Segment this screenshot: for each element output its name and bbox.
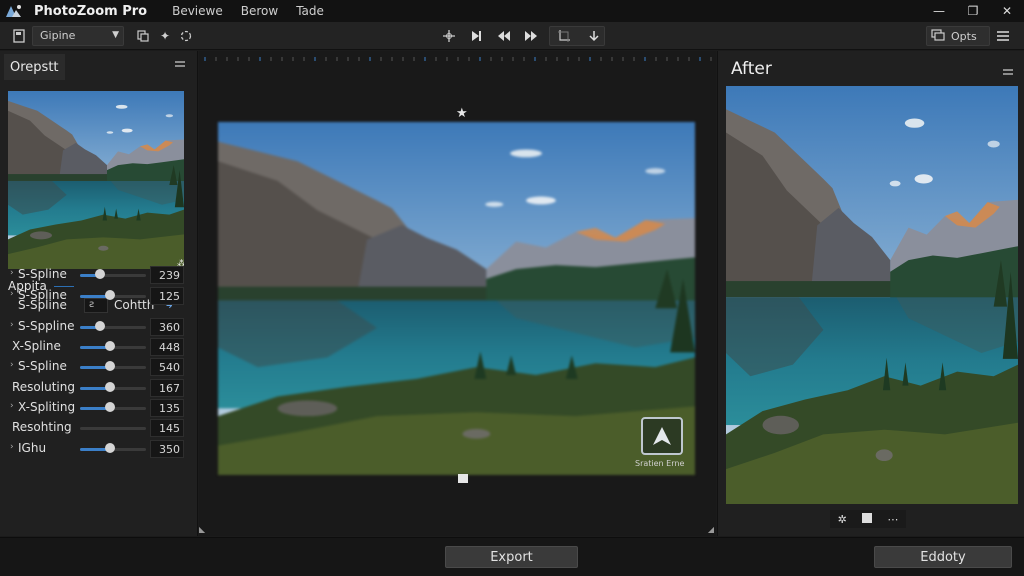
chevron-down-icon: ▼ bbox=[112, 30, 119, 40]
parameter-label: S-Spline bbox=[18, 267, 67, 281]
parameter-row: Resoluting 167 bbox=[0, 379, 198, 397]
options-button[interactable]: Opts bbox=[926, 26, 990, 46]
star-icon[interactable]: ★ bbox=[456, 106, 468, 121]
parameter-value-field[interactable]: 239 bbox=[150, 266, 184, 284]
navigator-thumbnail[interactable]: ⁂ bbox=[8, 91, 184, 269]
download-arrow-icon[interactable] bbox=[585, 27, 603, 45]
parameter-value-field[interactable]: 125 bbox=[150, 287, 184, 305]
panel-menu-icon[interactable] bbox=[174, 57, 186, 73]
slider-knob[interactable] bbox=[105, 402, 115, 412]
parameter-row: › X-Spliting 135 bbox=[0, 399, 198, 417]
menu-item-view[interactable]: Beviewe bbox=[163, 4, 232, 18]
minimize-button[interactable]: — bbox=[922, 0, 956, 22]
expand-arrow-icon[interactable]: › bbox=[10, 442, 14, 452]
app-title: PhotoZoom Pro bbox=[34, 3, 148, 19]
app-logo-icon bbox=[4, 3, 24, 19]
slider-knob[interactable] bbox=[105, 341, 115, 351]
parameter-label: X-Spline bbox=[12, 339, 61, 353]
parameter-value-field[interactable]: 167 bbox=[150, 379, 184, 397]
rotate-icon[interactable] bbox=[177, 27, 195, 45]
parameter-label: X-Spliting bbox=[18, 400, 76, 414]
preset-select-value: Gipine bbox=[40, 29, 76, 42]
settings-panel: Orepstt ⁂ Appita S-Spline ƨ Cohtth ↳ ›S-… bbox=[0, 51, 198, 536]
parameter-row: X-Spline 448 bbox=[0, 338, 198, 356]
bottom-bar: Export Eddoty bbox=[0, 537, 1024, 576]
menu-bar: Beviewe Berow Tade bbox=[163, 4, 333, 18]
expand-arrow-icon[interactable]: › bbox=[10, 320, 14, 330]
settings-gear-icon[interactable]: ✲ bbox=[838, 513, 847, 526]
slider-knob[interactable] bbox=[105, 290, 115, 300]
parameter-value-field[interactable]: 135 bbox=[150, 399, 184, 417]
parameter-label: S-Spline bbox=[18, 288, 67, 302]
export-button[interactable]: Export bbox=[445, 546, 578, 568]
menu-item-tools[interactable]: Tade bbox=[287, 4, 333, 18]
after-title: After bbox=[731, 59, 772, 79]
parameter-label: IGhu bbox=[18, 441, 47, 455]
dots-icon[interactable]: ⋯ bbox=[887, 513, 898, 526]
cursor-icon bbox=[458, 474, 468, 483]
close-button[interactable]: ✕ bbox=[990, 0, 1024, 22]
parameter-row: › S-Spline 239 bbox=[0, 266, 198, 284]
stop-square-icon[interactable] bbox=[862, 512, 873, 526]
slider-knob[interactable] bbox=[105, 361, 115, 371]
parameter-label: Resoluting bbox=[12, 380, 75, 394]
rewind-icon[interactable] bbox=[495, 27, 513, 45]
edit-button[interactable]: Eddoty bbox=[874, 546, 1012, 568]
slider-knob[interactable] bbox=[105, 443, 115, 453]
crosshair-icon[interactable] bbox=[440, 27, 458, 45]
parameter-label: S-Sppline bbox=[18, 319, 75, 333]
preview-area: ★ Sratien Erne ◣ ◢ bbox=[199, 51, 716, 536]
slider-track[interactable] bbox=[80, 427, 146, 430]
navigate-label: Sratien Erne bbox=[635, 459, 685, 468]
parameter-row: › S-Sppline 360 bbox=[0, 318, 198, 336]
panel-tab-preview[interactable]: Orepstt bbox=[4, 54, 65, 80]
parameter-label: Resohting bbox=[12, 420, 72, 434]
resize-grip-icon[interactable]: ◢ bbox=[708, 525, 714, 534]
parameter-value-field[interactable]: 145 bbox=[150, 419, 184, 437]
sparkle-icon[interactable]: ✦ bbox=[156, 27, 174, 45]
slider-knob[interactable] bbox=[95, 269, 105, 279]
preset-select[interactable]: Gipine ▼ bbox=[32, 26, 124, 46]
parameter-value-field[interactable]: 350 bbox=[150, 440, 184, 458]
slider-knob[interactable] bbox=[105, 382, 115, 392]
ruler bbox=[204, 57, 712, 61]
expand-arrow-icon[interactable]: › bbox=[10, 268, 14, 278]
expand-arrow-icon[interactable]: › bbox=[10, 289, 14, 299]
title-bar: PhotoZoom Pro Beviewe Berow Tade — ❐ ✕ bbox=[0, 0, 1024, 22]
options-button-label: Opts bbox=[951, 29, 977, 43]
crop-icon[interactable] bbox=[555, 27, 573, 45]
parameter-row: › S-Spline 540 bbox=[0, 358, 198, 376]
hamburger-menu-icon[interactable] bbox=[994, 27, 1012, 45]
menu-item-window[interactable]: Berow bbox=[232, 4, 287, 18]
layers-icon bbox=[931, 28, 945, 44]
expand-arrow-icon[interactable]: › bbox=[10, 401, 14, 411]
parameter-value-field[interactable]: 448 bbox=[150, 338, 184, 356]
slider-knob[interactable] bbox=[95, 321, 105, 331]
parameter-row: › IGhu 350 bbox=[0, 440, 198, 458]
after-preview-image[interactable] bbox=[726, 86, 1018, 504]
before-preview-image[interactable] bbox=[218, 122, 695, 475]
after-toolbar: ✲ ⋯ bbox=[830, 510, 906, 528]
after-panel: After ✲ ⋯ bbox=[717, 51, 1024, 536]
navigate-arrow-icon[interactable] bbox=[641, 417, 683, 455]
toolbar: Gipine ▼ ✦ Opts bbox=[0, 22, 1024, 50]
copy-icon[interactable] bbox=[134, 27, 152, 45]
parameter-row: Resohting 145 bbox=[0, 419, 198, 437]
corner-marker-icon: ◣ bbox=[199, 525, 206, 534]
maximize-button[interactable]: ❐ bbox=[956, 0, 990, 22]
slider-track[interactable] bbox=[80, 274, 146, 277]
parameter-row: › S-Spline 125 bbox=[0, 287, 198, 305]
parameter-label: S-Spline bbox=[18, 359, 67, 373]
window-controls: — ❐ ✕ bbox=[922, 0, 1024, 22]
parameter-value-field[interactable]: 540 bbox=[150, 358, 184, 376]
expand-arrow-icon[interactable]: › bbox=[10, 360, 14, 370]
after-menu-icon[interactable] bbox=[1002, 65, 1014, 81]
slider-track[interactable] bbox=[80, 326, 146, 329]
fast-forward-icon[interactable] bbox=[522, 27, 540, 45]
open-file-icon[interactable] bbox=[10, 27, 28, 45]
parameter-value-field[interactable]: 360 bbox=[150, 318, 184, 336]
play-step-icon[interactable] bbox=[467, 27, 485, 45]
